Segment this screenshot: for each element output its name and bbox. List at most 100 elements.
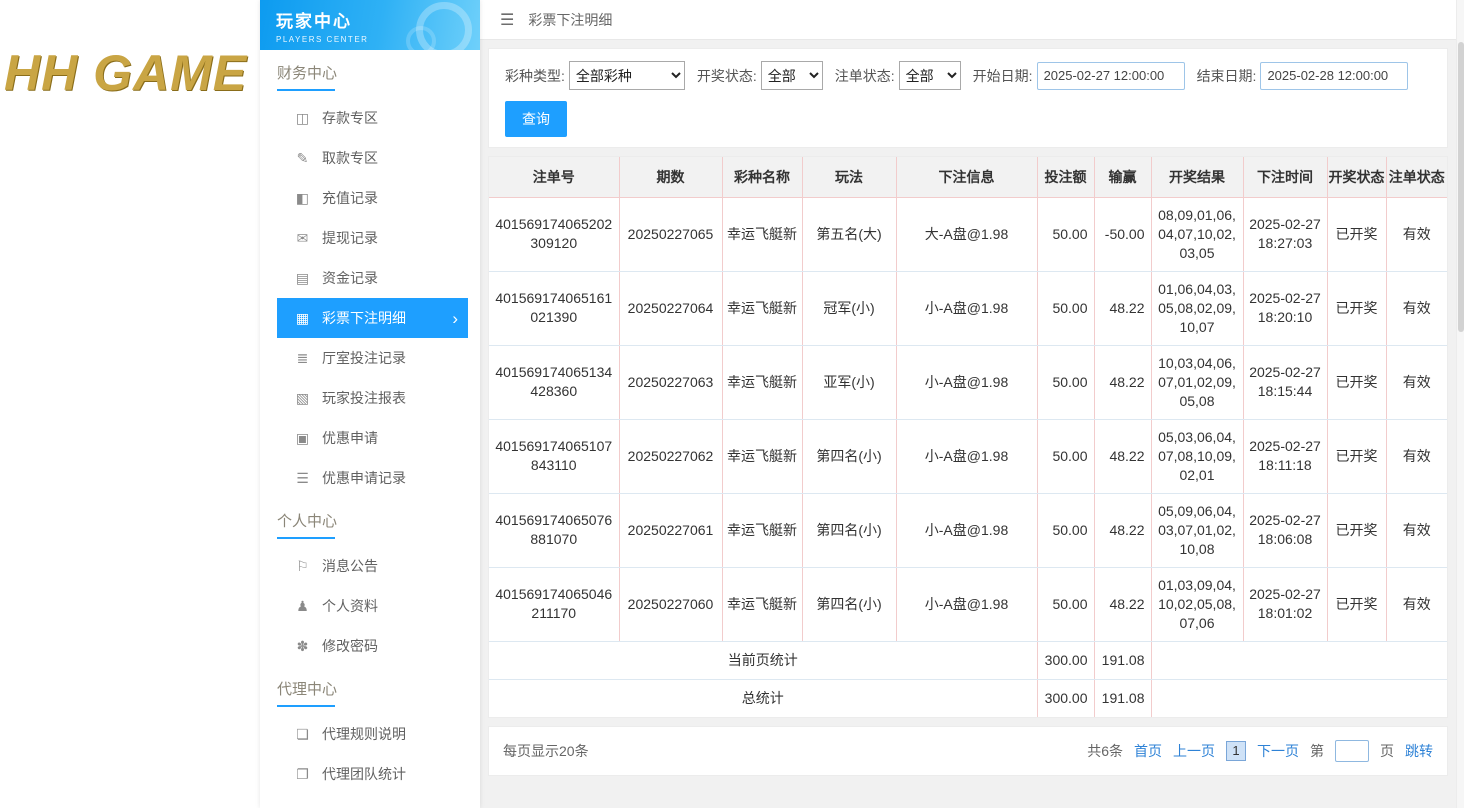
cell-period: 20250227061: [619, 493, 722, 567]
vertical-scrollbar[interactable]: [1456, 0, 1464, 808]
sidebar-item-withdraw[interactable]: ✎取款专区: [260, 138, 480, 178]
sidebar-item-hall-bet[interactable]: ≣ 厅室投注记录: [260, 338, 480, 378]
cell-bet-info: 大-A盘@1.98: [896, 197, 1037, 271]
search-button[interactable]: 查询: [505, 101, 567, 137]
next-page-link[interactable]: 下一页: [1257, 741, 1299, 761]
cell-result: 08,09,01,06,04,07,10,02,03,05: [1151, 197, 1243, 271]
bet-status-select[interactable]: 全部: [899, 61, 961, 90]
summary-label: 当前页统计: [489, 641, 1037, 679]
cell-period: 20250227064: [619, 271, 722, 345]
sidebar-item-recharge[interactable]: ◧充值记录: [260, 178, 480, 218]
chevron-right-icon: ›: [452, 310, 458, 327]
cell-bet-status: 有效: [1386, 493, 1447, 567]
cell-play: 第四名(小): [802, 493, 896, 567]
table-row: 40156917406504621117020250227060幸运飞艇新第四名…: [489, 567, 1447, 641]
summary-blank: [1151, 679, 1447, 717]
column-header: 开奖结果: [1151, 157, 1243, 197]
jump-button[interactable]: 跳转: [1405, 741, 1433, 761]
cell-lottery: 幸运飞艇新: [722, 493, 802, 567]
current-page-badge[interactable]: 1: [1226, 741, 1246, 761]
column-header: 期数: [619, 157, 722, 197]
hamburger-menu-icon[interactable]: ☰: [500, 10, 514, 30]
cell-lottery: 幸运飞艇新: [722, 567, 802, 641]
cell-period: 20250227063: [619, 345, 722, 419]
promo-record-icon: ☰: [294, 470, 311, 487]
sidebar-item-promo-record[interactable]: ☰优惠申请记录: [260, 458, 480, 498]
main-content: ☰ 彩票下注明细 彩种类型: 全部彩种 开奖状态: 全部 注单状态: 全部 开始…: [480, 0, 1456, 808]
page-size-text: 每页显示20条: [503, 741, 589, 761]
summary-blank: [1151, 641, 1447, 679]
sidebar-item-label: 消息公告: [322, 556, 378, 576]
prev-page-link[interactable]: 上一页: [1173, 741, 1215, 761]
cell-win-loss: 48.22: [1094, 419, 1151, 493]
jump-prefix-text: 第: [1310, 741, 1324, 761]
sidebar-item-lottery-detail[interactable]: ▦彩票下注明细›: [277, 298, 468, 338]
cell-bet-info: 小-A盘@1.98: [896, 493, 1037, 567]
player-report-icon: ▧: [294, 390, 311, 407]
sidebar-item-player-report[interactable]: ▧ 玩家投注报表: [260, 378, 480, 418]
cell-bet-status: 有效: [1386, 345, 1447, 419]
cell-result: 10,03,04,06,07,01,02,09,05,08: [1151, 345, 1243, 419]
cell-time: 2025-02-27 18:11:18: [1243, 419, 1327, 493]
table-row: 40156917406510784311020250227062幸运飞艇新第四名…: [489, 419, 1447, 493]
sidebar-item-team-stats[interactable]: ❐代理团队统计: [260, 754, 480, 794]
sidebar-item-bell[interactable]: ⚐消息公告: [260, 546, 480, 586]
table-row: 40156917406516102139020250227064幸运飞艇新冠军(…: [489, 271, 1447, 345]
cell-bet-info: 小-A盘@1.98: [896, 345, 1037, 419]
sidebar: 玩家中心 PLAYERS CENTER 财务中心◫存款专区✎取款专区◧充值记录✉…: [260, 0, 480, 808]
cell-play: 第四名(小): [802, 567, 896, 641]
hall-bet-icon: ≣: [294, 350, 311, 367]
table-row: 40156917406507688107020250227061幸运飞艇新第四名…: [489, 493, 1447, 567]
sidebar-menu: 财务中心 ◫存款专区✎取款专区◧充值记录✉提现记录▤资金记录▦彩票下注明细› ≣ 厅室…: [260, 62, 480, 794]
sidebar-section-title: 个人中心: [277, 510, 480, 531]
cell-result: 05,03,06,04,07,08,10,09,02,01: [1151, 419, 1243, 493]
page-jump-input[interactable]: [1335, 740, 1369, 762]
cell-id: 401569174065202309120: [489, 197, 619, 271]
column-header: 投注额: [1037, 157, 1094, 197]
sidebar-item-label: 代理团队统计: [322, 764, 406, 784]
draw-status-select[interactable]: 全部: [761, 61, 823, 90]
first-page-link[interactable]: 首页: [1134, 741, 1162, 761]
sidebar-item-user[interactable]: ♟个人资料: [260, 586, 480, 626]
lottery-type-select[interactable]: 全部彩种: [569, 61, 685, 90]
bet-detail-table: 注单号期数彩种名称玩法下注信息投注额输赢开奖结果下注时间开奖状态注单状态 401…: [489, 157, 1447, 717]
table-header-row: 注单号期数彩种名称玩法下注信息投注额输赢开奖结果下注时间开奖状态注单状态: [489, 157, 1447, 197]
summary-winloss-total: 191.08: [1094, 641, 1151, 679]
cell-draw-status: 已开奖: [1327, 493, 1386, 567]
sidebar-title: 玩家中心: [276, 7, 480, 32]
end-date-input[interactable]: [1260, 62, 1408, 90]
cell-draw-status: 已开奖: [1327, 197, 1386, 271]
cashout-icon: ✉: [294, 230, 311, 247]
sidebar-item-promo-apply[interactable]: ▣优惠申请: [260, 418, 480, 458]
cell-amount: 50.00: [1037, 197, 1094, 271]
sidebar-item-deposit[interactable]: ◫存款专区: [260, 98, 480, 138]
cell-amount: 50.00: [1037, 419, 1094, 493]
section-title-underline: [277, 537, 335, 539]
scrollbar-thumb[interactable]: [1458, 42, 1464, 332]
promo-apply-icon: ▣: [294, 430, 311, 447]
sidebar-item-gear[interactable]: ✽修改密码: [260, 626, 480, 666]
lottery-type-label: 彩种类型:: [505, 66, 565, 86]
cell-bet-info: 小-A盘@1.98: [896, 419, 1037, 493]
cell-id: 401569174065046211170: [489, 567, 619, 641]
cell-draw-status: 已开奖: [1327, 345, 1386, 419]
end-date-label: 结束日期:: [1197, 66, 1257, 86]
sidebar-section-title: 代理中心: [277, 678, 480, 699]
cell-bet-info: 小-A盘@1.98: [896, 567, 1037, 641]
column-header: 彩种名称: [722, 157, 802, 197]
withdraw-icon: ✎: [294, 150, 311, 167]
sidebar-item-label: 玩家投注报表: [322, 388, 406, 408]
sidebar-header: 玩家中心 PLAYERS CENTER: [260, 0, 480, 50]
cell-result: 01,06,04,03,05,08,02,09,10,07: [1151, 271, 1243, 345]
cell-win-loss: 48.22: [1094, 493, 1151, 567]
sidebar-item-label: 厅室投注记录: [322, 348, 406, 368]
cell-win-loss: 48.22: [1094, 345, 1151, 419]
sidebar-item-cashout[interactable]: ✉提现记录: [260, 218, 480, 258]
sidebar-item-label: 资金记录: [322, 268, 378, 288]
sidebar-item-funds[interactable]: ▤资金记录: [260, 258, 480, 298]
user-icon: ♟: [294, 598, 311, 615]
sidebar-section-title: 财务中心: [277, 62, 480, 83]
sidebar-item-doc[interactable]: ❏代理规则说明: [260, 714, 480, 754]
brand-logo: HH GAME: [4, 44, 247, 102]
start-date-input[interactable]: [1037, 62, 1185, 90]
